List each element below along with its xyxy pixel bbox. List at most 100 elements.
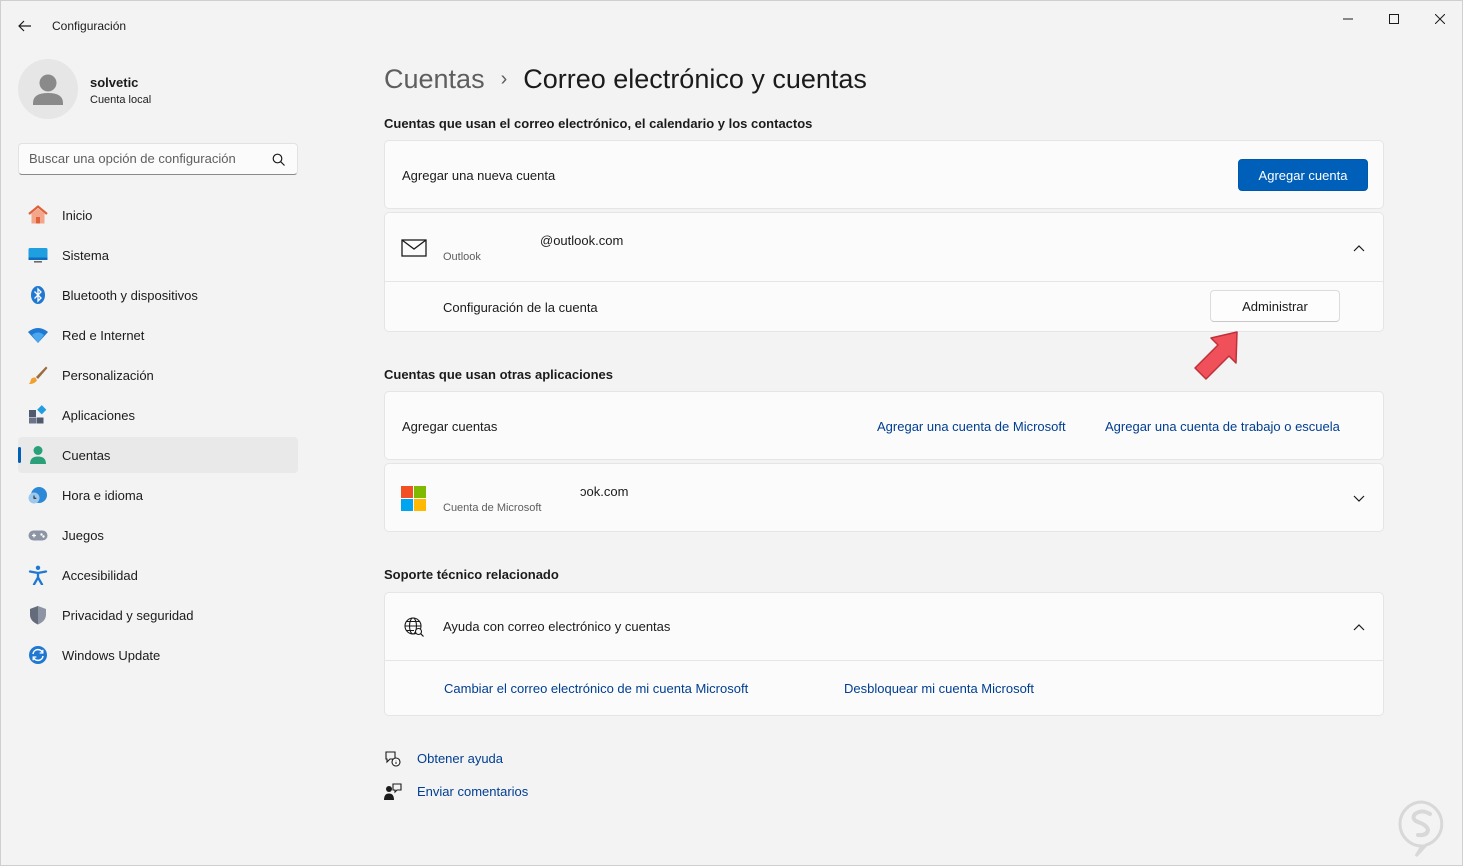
sidebar-item-aplicaciones[interactable]: Aplicaciones: [18, 397, 298, 433]
section-title-email-accounts: Cuentas que usan el correo electrónico, …: [384, 116, 813, 131]
add-account-button[interactable]: Agregar cuenta: [1238, 159, 1368, 191]
breadcrumb-parent[interactable]: Cuentas: [384, 64, 485, 95]
sidebar-item-label: Windows Update: [62, 648, 161, 663]
sidebar-item-inicio[interactable]: Inicio: [18, 197, 298, 233]
maximize-icon: [1389, 14, 1399, 24]
page-title: Correo electrónico y cuentas: [523, 63, 867, 94]
annotation-arrow-icon: [1194, 331, 1238, 380]
sidebar-item-label: Red e Internet: [62, 328, 145, 343]
search-input[interactable]: [29, 151, 269, 166]
unlock-account-link[interactable]: Desbloquear mi cuenta Microsoft: [844, 681, 1034, 696]
watermark-logo-icon: [1398, 800, 1444, 858]
sidebar-item-label: Juegos: [62, 528, 104, 543]
back-button[interactable]: [11, 13, 39, 39]
chevron-up-icon[interactable]: [1352, 243, 1366, 253]
settings-window: Configuración solvetic Cuenta local Busc…: [0, 0, 1463, 866]
close-icon: [1435, 14, 1445, 24]
feedback-icon: [384, 783, 402, 800]
globe-search-icon: [404, 617, 424, 637]
add-accounts-label: Agregar cuentas: [402, 419, 498, 434]
outlook-account-header[interactable]: @outlook.com Outlook: [385, 213, 1383, 281]
card-divider: [385, 660, 1383, 661]
update-icon: [27, 645, 49, 665]
account-settings-label: Configuración de la cuenta: [443, 300, 598, 315]
manage-button[interactable]: Administrar: [1210, 290, 1340, 322]
system-icon: [27, 245, 49, 265]
close-button[interactable]: [1417, 5, 1463, 33]
microsoft-account-email: ɔok.com: [580, 484, 629, 499]
wifi-icon: [27, 325, 49, 345]
section-title-support: Soporte técnico relacionado: [384, 567, 559, 582]
change-email-link[interactable]: Cambiar el correo electrónico de mi cuen…: [444, 681, 748, 696]
accessibility-icon: [27, 565, 49, 585]
sidebar-item-label: Accesibilidad: [62, 568, 138, 583]
sidebar-item-label: Bluetooth y dispositivos: [62, 288, 198, 303]
minimize-button[interactable]: [1325, 5, 1371, 33]
add-new-account-label: Agregar una nueva cuenta: [402, 168, 556, 183]
section-title-other-apps: Cuentas que usan otras aplicaciones: [384, 367, 614, 382]
search-icon[interactable]: [271, 152, 287, 168]
sidebar-item-label: Privacidad y seguridad: [62, 608, 194, 623]
user-profile[interactable]: solvetic Cuenta local: [18, 59, 298, 119]
sidebar-item-label: Cuentas: [62, 448, 111, 463]
sidebar-item-personalizacion[interactable]: Personalización: [18, 357, 298, 393]
apps-icon: [27, 405, 49, 425]
outlook-account-provider: Outlook: [443, 251, 481, 263]
bluetooth-icon: [27, 285, 49, 305]
time-language-icon: [27, 485, 49, 505]
breadcrumb-separator: ›: [500, 67, 508, 90]
breadcrumb: Cuentas › Correo electrónico y cuentas: [384, 59, 867, 99]
get-help-link[interactable]: Obtener ayuda: [384, 748, 584, 770]
back-arrow-icon: [18, 20, 31, 32]
outlook-account-card: @outlook.com Outlook Configuración de la…: [384, 212, 1384, 332]
user-silhouette-icon: [33, 74, 63, 105]
settings-search[interactable]: [18, 143, 298, 175]
avatar: [18, 59, 78, 119]
add-new-account-card: Agregar una nueva cuenta Agregar cuenta: [384, 140, 1384, 209]
send-feedback-label: Enviar comentarios: [417, 784, 529, 799]
support-help-label: Ayuda con correo electrónico y cuentas: [443, 619, 671, 634]
maximize-button[interactable]: [1371, 5, 1417, 33]
sidebar-item-label: Hora e idioma: [62, 488, 143, 503]
accounts-icon: [27, 445, 49, 465]
home-icon: [27, 205, 49, 225]
chevron-down-icon[interactable]: [1352, 494, 1366, 504]
user-name: solvetic: [90, 75, 139, 90]
sidebar-item-hora[interactable]: Hora e idioma: [18, 477, 298, 513]
sidebar-item-accesibilidad[interactable]: Accesibilidad: [18, 557, 298, 593]
add-accounts-card: Agregar cuentas Agregar una cuenta de Mi…: [384, 391, 1384, 460]
sidebar-nav: Inicio Sistema Bluetooth y dispositivos …: [18, 197, 298, 677]
shield-icon: [27, 605, 49, 625]
add-microsoft-account-link[interactable]: Agregar una cuenta de Microsoft: [877, 419, 1066, 434]
minimize-icon: [1343, 18, 1353, 20]
add-work-school-account-link[interactable]: Agregar una cuenta de trabajo o escuela: [1105, 419, 1340, 434]
microsoft-account-type: Cuenta de Microsoft: [443, 502, 542, 514]
sidebar-item-red[interactable]: Red e Internet: [18, 317, 298, 353]
chevron-up-icon[interactable]: [1352, 622, 1366, 632]
support-help-header[interactable]: Ayuda con correo electrónico y cuentas: [385, 593, 1383, 660]
sidebar-item-label: Aplicaciones: [62, 408, 135, 423]
outlook-account-email: @outlook.com: [540, 233, 624, 248]
card-divider: [385, 281, 1383, 282]
sidebar-item-privacidad[interactable]: Privacidad y seguridad: [18, 597, 298, 633]
get-help-label: Obtener ayuda: [417, 751, 504, 766]
sidebar-item-sistema[interactable]: Sistema: [18, 237, 298, 273]
sidebar-item-cuentas[interactable]: Cuentas: [18, 437, 298, 473]
microsoft-account-card[interactable]: ɔok.com Cuenta de Microsoft: [384, 463, 1384, 532]
brush-icon: [27, 365, 49, 385]
sidebar-item-juegos[interactable]: Juegos: [18, 517, 298, 553]
title-bar: Configuración: [1, 1, 1462, 51]
mail-icon: [401, 239, 427, 257]
sidebar-item-label: Personalización: [62, 368, 154, 383]
account-type: Cuenta local: [90, 94, 152, 106]
send-feedback-link[interactable]: Enviar comentarios: [384, 781, 584, 803]
gamepad-icon: [27, 525, 49, 545]
sidebar-item-windows-update[interactable]: Windows Update: [18, 637, 298, 673]
microsoft-logo-icon: [401, 486, 426, 511]
help-chat-icon: [385, 751, 401, 767]
sidebar-item-label: Inicio: [62, 208, 93, 223]
support-card: Ayuda con correo electrónico y cuentas C…: [384, 592, 1384, 716]
app-title: Configuración: [52, 19, 127, 33]
sidebar-item-bluetooth[interactable]: Bluetooth y dispositivos: [18, 277, 298, 313]
sidebar-item-label: Sistema: [62, 248, 109, 263]
